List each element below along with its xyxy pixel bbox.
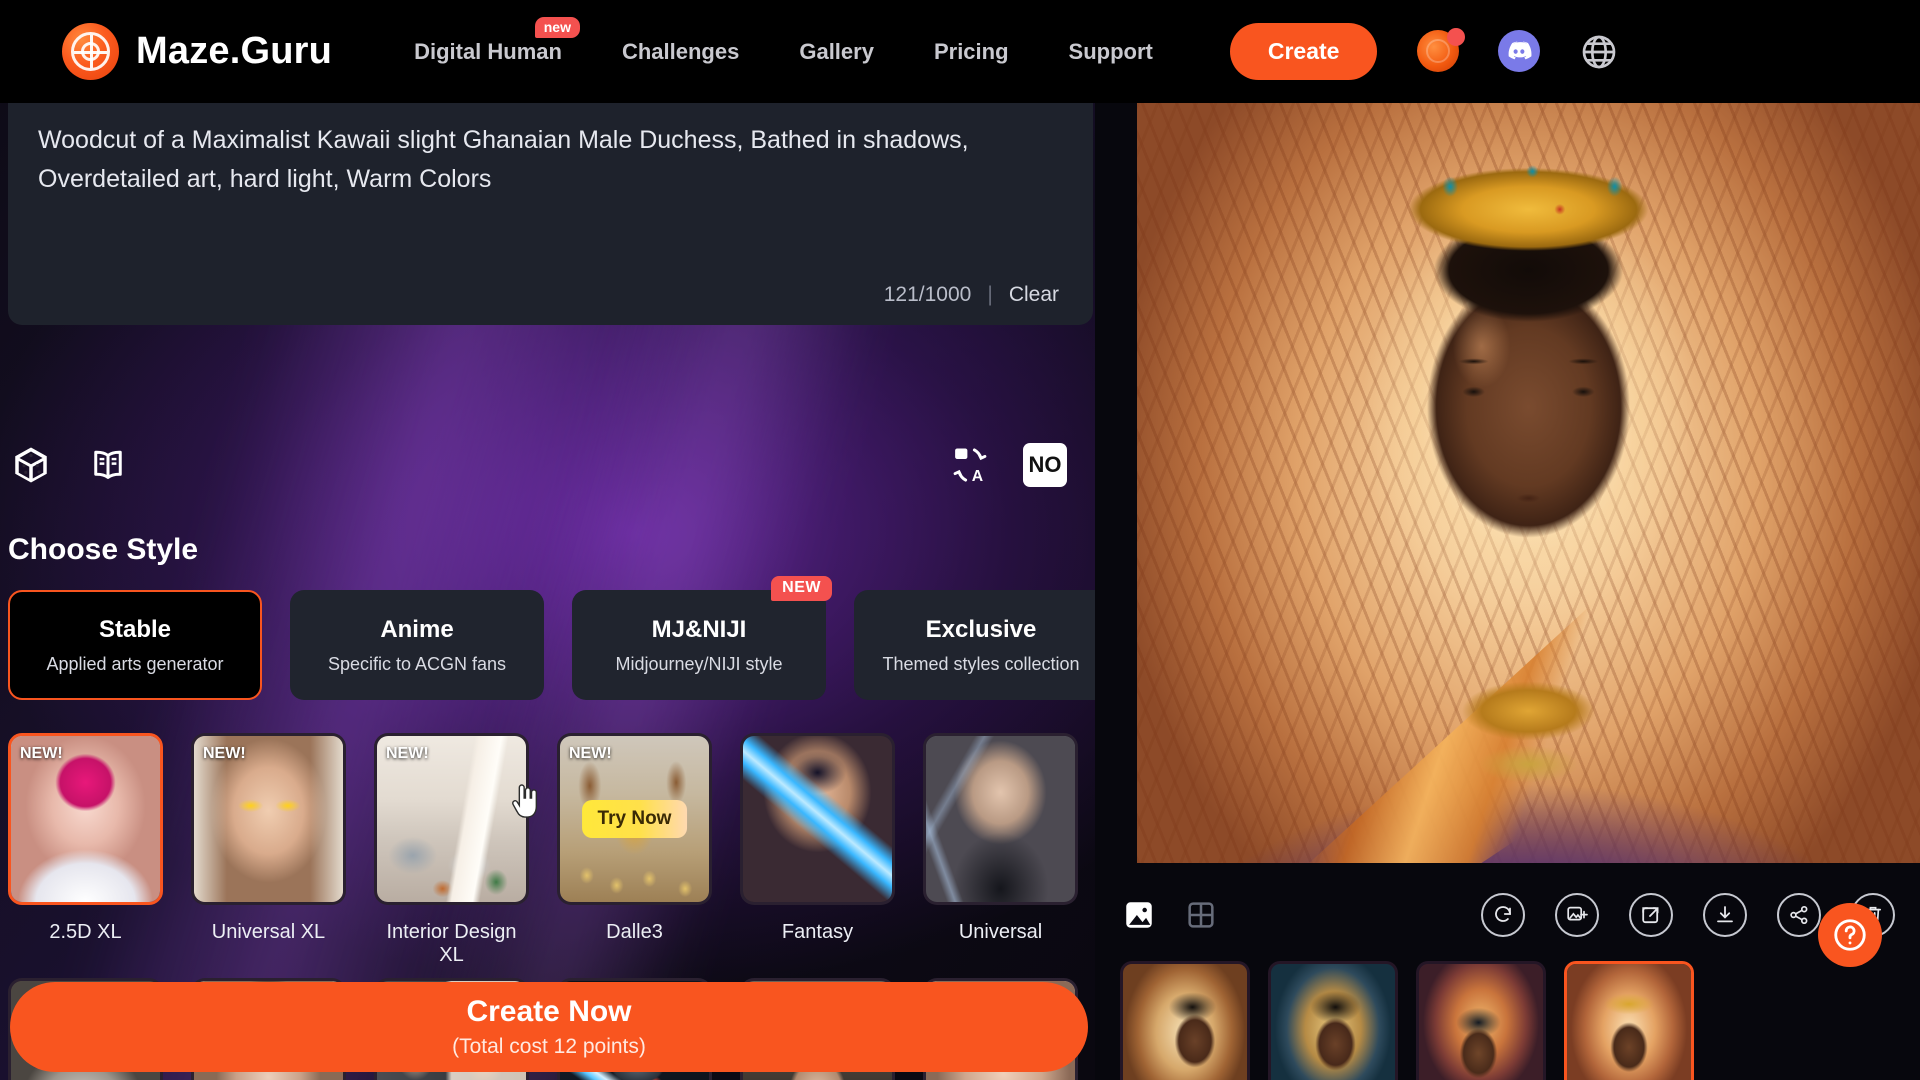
style-card-universal[interactable]: Universal: [923, 733, 1078, 967]
hero-collar: [1137, 103, 1920, 863]
app-root: Maze.Guru Digital Human new Challenges G…: [0, 0, 1920, 1080]
creation-panel: Woodcut of a Maximalist Kawaii slight Gh…: [0, 103, 1095, 1080]
new-tag: NEW!: [203, 745, 246, 762]
create-now-button[interactable]: Create Now (Total cost 12 points): [10, 982, 1088, 1072]
generated-image-viewer[interactable]: [1137, 103, 1920, 863]
view-mode-toggles: [1120, 896, 1220, 934]
style-card-universal-xl[interactable]: NEW! Universal XL: [191, 733, 346, 967]
tab-desc: Applied arts generator: [46, 653, 224, 674]
style-label: Fantasy: [781, 921, 854, 943]
divider: |: [987, 283, 993, 306]
prompt-tools-row: A NO: [0, 443, 1095, 503]
single-image-view-icon[interactable]: [1120, 896, 1158, 934]
nav-new-badge: new: [534, 16, 580, 38]
result-thumbnail-4[interactable]: [1564, 961, 1694, 1080]
book-prompt-library-icon[interactable]: [87, 443, 129, 487]
style-tab-exclusive[interactable]: Exclusive Themed styles collection: [854, 590, 1095, 700]
new-tag: NEW!: [20, 745, 63, 762]
brand-logo[interactable]: Maze.Guru: [62, 23, 332, 80]
style-label: 2.5D XL: [49, 921, 122, 943]
portrait-3-face: [1419, 964, 1543, 1080]
style-thumbnail[interactable]: [923, 733, 1078, 905]
expand-edit-icon[interactable]: [1629, 893, 1673, 937]
portrait-4-face: [1567, 964, 1691, 1080]
character-counter: 121/1000: [883, 283, 972, 306]
style-label: Interior Design XL: [386, 921, 517, 966]
user-avatar-icon[interactable]: [1417, 27, 1466, 74]
discord-icon[interactable]: [1498, 29, 1542, 74]
style-thumbnail[interactable]: NEW! Try Now: [557, 733, 712, 905]
main-nav: Digital Human new Challenges Gallery Pri…: [384, 16, 1183, 65]
result-thumbnail-1[interactable]: [1120, 961, 1250, 1080]
style-label: Universal XL: [211, 921, 326, 943]
download-icon[interactable]: [1703, 893, 1747, 937]
style-thumbnail[interactable]: [740, 733, 895, 905]
brand-name: Maze.Guru: [136, 30, 333, 72]
lightning-detail: [926, 736, 1075, 902]
style-card-dalle3[interactable]: NEW! Try Now Dalle3: [557, 733, 712, 967]
nav-label: Digital Human: [414, 38, 562, 64]
style-thumbnail[interactable]: NEW!: [191, 733, 346, 905]
tab-desc: Midjourney/NIJI style: [615, 653, 783, 674]
prompt-text[interactable]: Woodcut of a Maximalist Kawaii slight Gh…: [38, 121, 1063, 199]
tab-desc: Themed styles collection: [882, 653, 1080, 674]
style-category-tabs: Stable Applied arts generator Anime Spec…: [8, 576, 1095, 700]
help-button[interactable]: [1818, 903, 1882, 967]
portrait-2-face: [1271, 964, 1395, 1080]
nav-item-challenges[interactable]: Challenges: [592, 39, 769, 65]
tab-title: Exclusive: [925, 615, 1037, 643]
style-tab-anime[interactable]: Anime Specific to ACGN fans: [290, 590, 544, 700]
nav-item-pricing[interactable]: Pricing: [904, 39, 1039, 65]
result-panel: [1095, 103, 1920, 1080]
tab-new-badge: NEW: [771, 576, 832, 601]
style-card-interior-design-xl[interactable]: NEW! Interior Design XL: [374, 733, 529, 967]
nav-item-gallery[interactable]: Gallery: [769, 39, 904, 65]
create-now-label: Create Now: [466, 995, 632, 1028]
result-thumbnail-2[interactable]: [1268, 961, 1398, 1080]
prompt-footer: 121/1000 | Clear: [884, 283, 1059, 307]
new-tag: NEW!: [386, 745, 429, 762]
share-icon[interactable]: [1777, 893, 1821, 937]
tab-title: MJ&NIJI: [651, 615, 747, 643]
regenerate-icon[interactable]: [1481, 893, 1525, 937]
variations-icon[interactable]: [1555, 893, 1599, 937]
header-icon-group: [1417, 27, 1619, 74]
grid-view-icon[interactable]: [1182, 896, 1220, 934]
style-card-2-5d-xl[interactable]: NEW! 2.5D XL: [8, 733, 163, 967]
nav-item-digital-human[interactable]: Digital Human new: [384, 16, 592, 65]
result-thumbnail-3[interactable]: [1416, 961, 1546, 1080]
tab-desc: Specific to ACGN fans: [327, 653, 507, 674]
style-tab-stable[interactable]: Stable Applied arts generator: [8, 590, 262, 700]
style-label: Universal: [958, 921, 1043, 943]
translate-image-to-text-icon[interactable]: A: [949, 443, 991, 487]
clear-prompt-button[interactable]: Clear: [1009, 283, 1059, 307]
sword-glow: [743, 736, 892, 902]
style-card-fantasy[interactable]: Fantasy: [740, 733, 895, 967]
style-grid-row-1: NEW! 2.5D XL NEW! Universal XL NEW! Inte…: [8, 733, 1093, 967]
new-tag: NEW!: [569, 745, 612, 762]
nav-item-support[interactable]: Support: [1039, 39, 1183, 65]
notification-dot-badge: [1447, 27, 1466, 46]
try-now-button[interactable]: Try Now: [581, 800, 688, 838]
style-label: Dalle3: [606, 921, 663, 943]
globe-language-icon[interactable]: [1579, 32, 1619, 72]
create-button[interactable]: Create: [1229, 23, 1378, 80]
tab-title: Stable: [98, 615, 172, 643]
prompt-input-area[interactable]: Woodcut of a Maximalist Kawaii slight Gh…: [8, 103, 1093, 325]
dice-random-icon[interactable]: [10, 443, 52, 487]
top-navigation-bar: Maze.Guru Digital Human new Challenges G…: [0, 0, 1920, 103]
choose-style-title: Choose Style: [8, 533, 199, 566]
no-translate-toggle-icon[interactable]: NO: [1023, 443, 1067, 487]
style-thumbnail[interactable]: NEW!: [8, 733, 163, 905]
maze-target-logo-icon: [62, 23, 119, 80]
result-toolbar: [1095, 879, 1920, 951]
create-now-cost: (Total cost 12 points): [452, 1035, 646, 1058]
style-thumbnail[interactable]: NEW!: [374, 733, 529, 905]
portrait-1-face: [1123, 964, 1247, 1080]
tab-title: Anime: [380, 615, 454, 643]
style-tab-mj-niji[interactable]: NEW MJ&NIJI Midjourney/NIJI style: [572, 576, 832, 700]
result-thumbnail-strip: [1120, 961, 1694, 1080]
svg-text:A: A: [972, 468, 983, 485]
